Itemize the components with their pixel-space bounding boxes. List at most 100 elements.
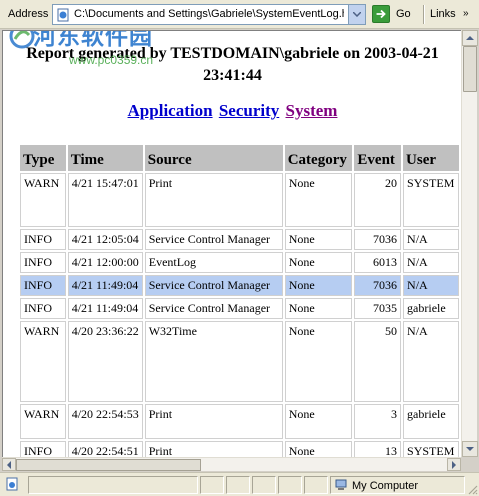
cell-user: N/A [403, 321, 459, 402]
cell-type: INFO [20, 441, 66, 457]
log-tabs: Application Security System [3, 101, 461, 121]
table-header-row: Type Time Source Category Event User [20, 145, 459, 171]
cell-type: WARN [20, 321, 66, 402]
address-toolbar: Address C:\Documents and Settings\Gabrie… [0, 0, 479, 29]
table-row[interactable]: WARN 4/21 15:47:01 Print None 20 SYSTEM [20, 173, 459, 227]
cell-event: 6013 [354, 252, 402, 273]
cell-time: 4/20 22:54:53 [67, 404, 143, 439]
column-header-user: User [403, 145, 459, 171]
scroll-left-button[interactable] [2, 458, 16, 471]
cell-source: Service Control Manager [144, 298, 283, 319]
cell-event: 7036 [354, 275, 402, 296]
column-header-time: Time [67, 145, 143, 171]
links-chevron-icon[interactable]: » [463, 8, 469, 19]
page-icon [57, 8, 69, 22]
status-panel [278, 476, 302, 494]
chevron-down-icon [353, 12, 361, 17]
scrollbar-corner [461, 457, 477, 471]
go-button[interactable]: Go [372, 5, 418, 24]
cell-event: 3 [354, 404, 402, 439]
table-row[interactable]: INFO 4/21 12:00:00 EventLog None 6013 N/… [20, 252, 459, 273]
arrow-down-icon [466, 447, 474, 451]
table-row[interactable]: WARN 4/20 22:54:53 Print None 3 gabriele [20, 404, 459, 439]
cell-type: WARN [20, 173, 66, 227]
cell-type: WARN [20, 404, 66, 439]
links-button[interactable]: Links [430, 8, 456, 20]
cell-source: EventLog [144, 252, 283, 273]
cell-category: None [284, 441, 353, 457]
horizontal-scrollbar[interactable] [2, 457, 461, 471]
table-row[interactable]: WARN 4/20 23:36:22 W32Time None 50 N/A [20, 321, 459, 402]
arrow-left-icon [7, 461, 11, 469]
cell-event: 20 [354, 173, 402, 227]
scroll-right-button[interactable] [447, 458, 461, 471]
ie-page-icon [6, 477, 18, 491]
cell-type: INFO [20, 252, 66, 273]
horizontal-scroll-thumb[interactable] [16, 459, 201, 471]
cell-user: N/A [403, 229, 459, 250]
status-text-panel [28, 476, 198, 494]
tab-security[interactable]: Security [219, 101, 279, 120]
watermark-logo: 河东软件园 www.pc0359.cn [9, 30, 229, 77]
cell-category: None [284, 404, 353, 439]
cell-time: 4/21 15:47:01 [67, 173, 143, 227]
cell-category: None [284, 173, 353, 227]
scroll-up-button[interactable] [462, 30, 478, 46]
scroll-down-button[interactable] [462, 441, 478, 457]
table-row[interactable]: INFO 4/20 22:54:51 Print None 13 SYSTEM [20, 441, 459, 457]
table-row[interactable]: INFO 4/21 11:49:04 Service Control Manag… [20, 298, 459, 319]
watermark-text: 河东软件园 [33, 30, 153, 50]
cell-source: Print [144, 173, 283, 227]
status-panel [304, 476, 328, 494]
status-panel [200, 476, 224, 494]
cell-source: Print [144, 441, 283, 457]
cell-user: SYSTEM [403, 441, 459, 457]
column-header-source: Source [144, 145, 283, 171]
address-url: C:\Documents and Settings\Gabriele\Syste… [74, 8, 344, 20]
cell-category: None [284, 298, 353, 319]
zone-label: My Computer [352, 480, 419, 492]
cell-time: 4/20 23:36:22 [67, 321, 143, 402]
cell-category: None [284, 321, 353, 402]
cell-user: SYSTEM [403, 173, 459, 227]
cell-type: INFO [20, 298, 66, 319]
column-header-category: Category [284, 145, 353, 171]
cell-user: N/A [403, 275, 459, 296]
cell-category: None [284, 229, 353, 250]
resize-grip-icon[interactable] [466, 483, 478, 495]
watermark-url: www.pc0359.cn [69, 53, 154, 67]
cell-time: 4/21 12:05:04 [67, 229, 143, 250]
tab-application[interactable]: Application [128, 101, 213, 120]
address-dropdown-button[interactable] [348, 5, 365, 24]
arrow-right-icon [452, 461, 456, 469]
cell-time: 4/21 12:00:00 [67, 252, 143, 273]
cell-time: 4/21 11:49:04 [67, 275, 143, 296]
tab-system[interactable]: System [286, 101, 338, 120]
column-header-event: Event [354, 145, 402, 171]
status-panel [226, 476, 250, 494]
cell-event: 13 [354, 441, 402, 457]
toolbar-separator [423, 5, 425, 24]
table-row-selected[interactable]: INFO 4/21 11:49:04 Service Control Manag… [20, 275, 459, 296]
status-panel [252, 476, 276, 494]
cell-category: None [284, 252, 353, 273]
cell-category: None [284, 275, 353, 296]
go-label: Go [396, 8, 411, 20]
vertical-scrollbar[interactable] [461, 30, 478, 457]
column-header-type: Type [20, 145, 66, 171]
cell-source: W32Time [144, 321, 283, 402]
table-body: WARN 4/21 15:47:01 Print None 20 SYSTEM … [20, 173, 459, 457]
watermark-emblem-icon [9, 31, 35, 49]
cell-type: INFO [20, 229, 66, 250]
cell-type: INFO [20, 275, 66, 296]
vertical-scroll-thumb[interactable] [463, 46, 477, 92]
address-label: Address [8, 8, 49, 20]
cell-source: Service Control Manager [144, 229, 283, 250]
cell-event: 7035 [354, 298, 402, 319]
cell-event: 50 [354, 321, 402, 402]
cell-user: gabriele [403, 404, 459, 439]
cell-time: 4/21 11:49:04 [67, 298, 143, 319]
address-input[interactable]: C:\Documents and Settings\Gabriele\Syste… [52, 4, 366, 25]
table-row[interactable]: INFO 4/21 12:05:04 Service Control Manag… [20, 229, 459, 250]
page-content: Report generated by TESTDOMAIN\gabriele … [2, 30, 461, 457]
